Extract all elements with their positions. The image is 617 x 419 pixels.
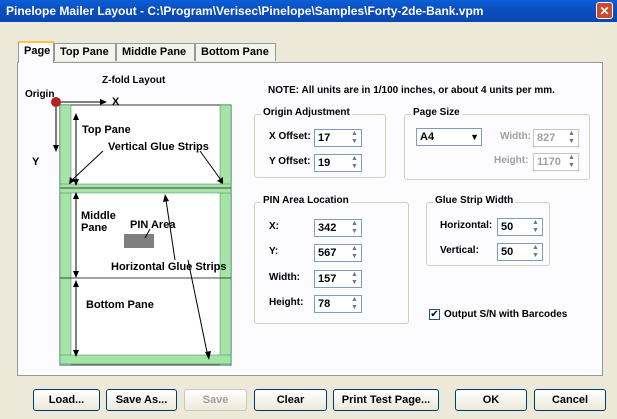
save-button[interactable]: Save bbox=[184, 389, 247, 411]
pin-width-spinner[interactable]: 157 ▲ ▼ bbox=[314, 270, 362, 288]
x-axis-arrow bbox=[100, 99, 107, 105]
right-glue-strip bbox=[219, 104, 232, 366]
output-sn-checkbox[interactable]: ✔ bbox=[429, 309, 440, 320]
pin-y-label: Y: bbox=[269, 246, 279, 257]
vertical-glue-value: 50 bbox=[501, 246, 514, 258]
ok-button[interactable]: OK bbox=[455, 389, 527, 411]
page-size-title: Page Size bbox=[411, 107, 462, 118]
spinner-arrows-icon[interactable]: ▲ ▼ bbox=[348, 130, 361, 146]
page-size-select[interactable]: A4 ▼ bbox=[416, 128, 482, 146]
pin-y-spinner[interactable]: 567 ▲ ▼ bbox=[314, 244, 362, 262]
y-axis-label: Y bbox=[32, 156, 40, 168]
pin-x-spinner[interactable]: 342 ▲ ▼ bbox=[314, 219, 362, 237]
left-glue-strip bbox=[59, 104, 72, 366]
vertical-glue-label: Vertical Glue Strips bbox=[108, 141, 209, 153]
y-offset-spinner[interactable]: 19 ▲ ▼ bbox=[314, 154, 362, 172]
bottom-horizontal-glue bbox=[59, 354, 232, 365]
x-offset-value: 17 bbox=[318, 132, 331, 144]
x-axis-label: X bbox=[112, 96, 120, 108]
y-offset-label: Y Offset: bbox=[269, 156, 311, 167]
vertical-glue-width-label: Vertical: bbox=[440, 245, 479, 256]
pin-x-value: 342 bbox=[318, 222, 337, 234]
pin-width-label: Width: bbox=[269, 272, 301, 283]
spinner-arrows-icon[interactable]: ▲ ▼ bbox=[348, 271, 361, 287]
pin-width-value: 157 bbox=[318, 273, 337, 285]
width-label: Width: bbox=[500, 131, 532, 142]
vertical-glue-spinner[interactable]: 50 ▲ ▼ bbox=[497, 243, 543, 261]
page-width-spinner[interactable]: 827 ▲ ▼ bbox=[533, 129, 579, 147]
spinner-arrows-icon[interactable]: ▲ ▼ bbox=[529, 244, 542, 260]
pin-area-location-title: PIN Area Location bbox=[261, 195, 351, 206]
horizontal-glue-value: 50 bbox=[501, 221, 514, 233]
horizontal-glue-label: Horizontal Glue Strips bbox=[111, 261, 227, 273]
height-label: Height: bbox=[494, 155, 529, 166]
cancel-button[interactable]: Cancel bbox=[534, 389, 606, 411]
bottom-pane-label: Bottom Pane bbox=[86, 299, 154, 311]
pin-area-label: PIN Area bbox=[130, 219, 176, 231]
units-note: NOTE: All units are in 1/100 inches, or … bbox=[268, 85, 555, 96]
pin-y-value: 567 bbox=[318, 247, 337, 259]
page-size-value: A4 bbox=[420, 131, 435, 143]
diagram-title: Z-fold Layout bbox=[102, 75, 166, 86]
pin-height-label: Height: bbox=[269, 297, 304, 308]
clear-button[interactable]: Clear bbox=[254, 389, 327, 411]
pin-x-label: X: bbox=[269, 221, 279, 232]
pin-height-spinner[interactable]: 78 ▲ ▼ bbox=[314, 295, 362, 313]
save-as-button[interactable]: Save As... bbox=[106, 389, 177, 411]
spinner-arrows-icon[interactable]: ▲ ▼ bbox=[348, 245, 361, 261]
page-width-value: 827 bbox=[537, 132, 556, 144]
spinner-arrows-icon[interactable]: ▲ ▼ bbox=[348, 296, 361, 312]
x-offset-spinner[interactable]: 17 ▲ ▼ bbox=[314, 129, 362, 147]
origin-adjustment-title: Origin Adjustment bbox=[261, 107, 352, 118]
horizontal-glue-spinner[interactable]: 50 ▲ ▼ bbox=[497, 218, 543, 236]
tab-page[interactable]: Page bbox=[18, 41, 54, 63]
print-test-page-button[interactable]: Print Test Page... bbox=[333, 389, 439, 411]
y-axis-arrow bbox=[53, 145, 59, 152]
horizontal-glue-width-label: Horizontal: bbox=[440, 220, 493, 231]
spinner-arrows-icon[interactable]: ▲ ▼ bbox=[565, 130, 578, 146]
spinner-arrows-icon[interactable]: ▲ ▼ bbox=[348, 155, 361, 171]
spinner-arrows-icon[interactable]: ▲ ▼ bbox=[565, 154, 578, 170]
origin-label: Origin bbox=[25, 89, 55, 100]
x-offset-label: X Offset: bbox=[269, 131, 311, 142]
middle-pane-label-1: Middle bbox=[81, 210, 116, 222]
glue-strip-width-title: Glue Strip Width bbox=[433, 195, 516, 206]
load-button[interactable]: Load... bbox=[33, 389, 100, 411]
output-sn-label: Output S/N with Barcodes bbox=[444, 309, 568, 320]
spinner-arrows-icon[interactable]: ▲ ▼ bbox=[348, 220, 361, 236]
page-height-spinner[interactable]: 1170 ▲ ▼ bbox=[533, 153, 579, 171]
pin-area-box bbox=[124, 234, 154, 248]
page-height-value: 1170 bbox=[537, 156, 561, 168]
chevron-down-icon[interactable]: ▼ bbox=[470, 132, 479, 142]
y-offset-value: 19 bbox=[318, 157, 331, 169]
pin-height-value: 78 bbox=[318, 298, 331, 310]
top-pane-label: Top Pane bbox=[82, 124, 131, 136]
middle-pane-label-2: Pane bbox=[81, 222, 108, 234]
spinner-arrows-icon[interactable]: ▲ ▼ bbox=[529, 219, 542, 235]
